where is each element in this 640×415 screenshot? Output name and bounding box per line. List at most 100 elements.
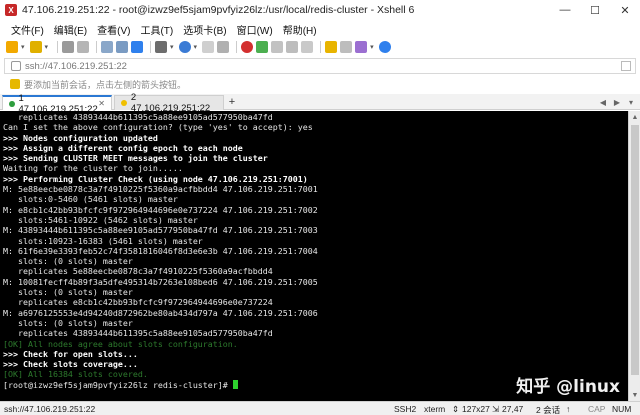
session-icon — [11, 61, 21, 71]
address-go-button[interactable] — [621, 61, 631, 71]
folder-icon[interactable] — [325, 41, 338, 53]
status-sessions: 2 会话 — [536, 405, 561, 415]
chevron-down-icon[interactable]: ▾ — [21, 43, 25, 51]
terminal-line: slots:5461-10922 (5462 slots) master — [3, 215, 628, 225]
font-icon[interactable] — [202, 41, 215, 53]
connect-icon[interactable] — [62, 41, 75, 53]
terminal-line: Can I set the above configuration? (type… — [3, 122, 628, 132]
menu-help[interactable]: 帮助(H) — [278, 22, 322, 37]
open-folder-icon[interactable] — [29, 41, 42, 53]
sessions-up-icon[interactable]: ↑ — [566, 404, 570, 414]
terminal-line: slots: (0 slots) master — [3, 287, 628, 297]
terminal-line-text: >>> Performing Cluster Check (using node… — [3, 173, 308, 184]
tab-scroll-left-icon[interactable]: ◀ — [598, 96, 608, 108]
terminal-line: >>> Performing Cluster Check (using node… — [3, 174, 628, 184]
terminal-line: >>> Assign a different config epoch to e… — [3, 143, 628, 153]
menu-tools[interactable]: 工具(T) — [135, 22, 178, 37]
terminal-line-text: slots: (0 slots) master — [3, 287, 133, 298]
toolbar-divider — [320, 41, 322, 53]
lightbulb-icon — [10, 79, 20, 89]
add-tab-button[interactable]: + — [226, 95, 238, 109]
session-status-icon — [121, 100, 127, 106]
new-session-icon[interactable] — [6, 41, 18, 53]
window-title: 47.106.219.251:22 - root@izwz9ef5sjam9pv… — [22, 4, 415, 16]
scroll-up-icon[interactable]: ▲ — [629, 111, 640, 123]
terminal-line-text: >>> Check for open slots... — [3, 348, 138, 359]
xftp-icon[interactable] — [241, 41, 254, 53]
terminal-output[interactable]: replicates 43893444b611395c5a88ee9105ad5… — [0, 111, 628, 401]
terminal-line: M: e8cb1c42bb93bfcfc9f972964944696e0e737… — [3, 205, 628, 215]
scroll-thumb[interactable] — [631, 125, 639, 375]
status-size: 127x27 — [462, 404, 490, 414]
status-cap: CAP — [588, 404, 606, 414]
terminal-line-text: M: 10081fecff4b89f3a5dfe495314b7263e108b… — [3, 276, 318, 287]
close-button[interactable]: ✕ — [610, 0, 640, 20]
terminal-line-text: [OK] All nodes agree about slots configu… — [3, 338, 238, 349]
menu-window[interactable]: 窗口(W) — [232, 22, 278, 37]
status-address: ssh://47.106.219.251:22 — [4, 403, 96, 414]
disconnect-icon[interactable] — [77, 41, 90, 53]
terminal-line: >>> Nodes configuration updated — [3, 133, 628, 143]
terminal-line: >>> Check slots coverage... — [3, 359, 628, 369]
layout-icon[interactable] — [355, 41, 368, 53]
status-position: 27,47 — [502, 404, 524, 414]
terminal-line: M: 10081fecff4b89f3a5dfe495314b7263e108b… — [3, 277, 628, 287]
keyboard-icon[interactable] — [217, 41, 230, 53]
status-bar: ssh://47.106.219.251:22 SSH2 xterm ⇕ 127… — [0, 401, 640, 415]
menu-bar: 文件(F) 编辑(E) 查看(V) 工具(T) 选项卡(B) 窗口(W) 帮助(… — [0, 20, 640, 38]
terminal-line: replicates e8cb1c42bb93bfcfc9f9729649446… — [3, 297, 628, 307]
terminal-line-text: slots: (0 slots) master — [3, 317, 133, 328]
tab-session-1[interactable]: 1 47.106.219.251:22 ✕ — [2, 93, 112, 115]
terminal-line: M: 5e88eecbe0878c3a7f4910225f5360a9acfbb… — [3, 184, 628, 194]
status-term: xterm — [424, 404, 446, 414]
terminal-line-text: [OK] All 16384 slots covered. — [3, 369, 148, 380]
terminal-line: slots: (0 slots) master — [3, 318, 628, 328]
chevron-down-icon[interactable]: ▾ — [45, 43, 49, 51]
terminal-line: M: a6976125553e4d94240d872962be80ab434d7… — [3, 308, 628, 318]
terminal-line-text: M: 61f6e39e3393feb52c74f3581816046f8d3e6… — [3, 245, 318, 256]
lock-icon[interactable] — [271, 41, 284, 53]
terminal-line: replicates 5e88eecbe0878c3a7f4910225f536… — [3, 266, 628, 276]
chevron-down-icon[interactable]: ▾ — [370, 43, 374, 51]
menu-view[interactable]: 查看(V) — [92, 22, 135, 37]
toolbar-divider — [150, 41, 152, 53]
title-bar: X 47.106.219.251:22 - root@izwz9ef5sjam9… — [0, 0, 640, 20]
menu-file[interactable]: 文件(F) — [6, 22, 49, 37]
tab-session-2[interactable]: 2 47.106.219.251:22 — [114, 92, 224, 114]
xshell-app-icon: X — [5, 4, 17, 16]
address-bar[interactable]: ssh://47.106.219.251:22 — [4, 58, 636, 74]
transfer-icon[interactable] — [256, 41, 269, 53]
globe-icon[interactable] — [178, 41, 191, 53]
menu-edit[interactable]: 编辑(E) — [49, 22, 92, 37]
compose-icon[interactable] — [301, 41, 314, 53]
terminal-line: replicates 43893444b611395c5a88ee9105ad5… — [3, 328, 628, 338]
help-icon[interactable] — [378, 41, 391, 53]
chevron-down-icon[interactable]: ▾ — [194, 43, 198, 51]
scroll-down-icon[interactable]: ▼ — [629, 389, 640, 401]
menu-tab[interactable]: 选项卡(B) — [178, 22, 231, 37]
terminal-scrollbar[interactable]: ▲ ▼ — [628, 111, 640, 401]
close-icon[interactable]: ✕ — [98, 99, 105, 108]
terminal-line-text: replicates 5e88eecbe0878c3a7f4910225f536… — [3, 266, 273, 277]
terminal-line-text: M: e8cb1c42bb93bfcfc9f972964944696e0e737… — [3, 204, 318, 215]
address-text: ssh://47.106.219.251:22 — [25, 60, 127, 72]
tab-menu-icon[interactable]: ▾ — [626, 96, 636, 108]
search-icon[interactable] — [131, 41, 144, 53]
chevron-down-icon[interactable]: ▾ — [170, 43, 174, 51]
terminal-line: slots:0-5460 (5461 slots) master — [3, 194, 628, 204]
script-icon[interactable] — [286, 41, 299, 53]
tab-scroll-right-icon[interactable]: ▶ — [612, 96, 622, 108]
copy-icon[interactable] — [101, 41, 114, 53]
terminal-icon[interactable] — [155, 41, 168, 53]
minimize-button[interactable]: — — [550, 0, 580, 20]
terminal-line-text: slots:10923-16383 (5461 slots) master — [3, 235, 203, 246]
terminal-line-text: Waiting for the cluster to join..... — [3, 163, 183, 174]
terminal-line-text: replicates 43893444b611395c5a88ee9105ad5… — [3, 328, 273, 339]
terminal-line: [OK] All nodes agree about slots configu… — [3, 339, 628, 349]
paste-icon[interactable] — [116, 41, 129, 53]
fullscreen-icon[interactable] — [340, 41, 353, 53]
terminal-line: >>> Check for open slots... — [3, 349, 628, 359]
maximize-button[interactable]: ☐ — [580, 0, 610, 20]
terminal-line-text: replicates e8cb1c42bb93bfcfc9f9729649446… — [3, 297, 273, 308]
tab-bar: 1 47.106.219.251:22 ✕ 2 47.106.219.251:2… — [0, 92, 640, 115]
